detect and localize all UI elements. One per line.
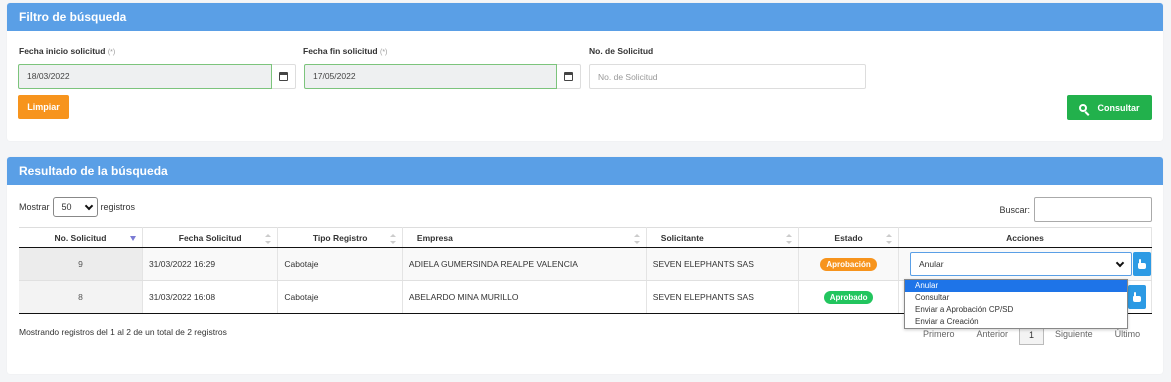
no-solicitud-input[interactable] (589, 64, 866, 89)
sort-icon (389, 234, 396, 244)
cell-empresa: ABELARDO MINA MURILLO (402, 280, 647, 314)
table-search: Buscar: (999, 197, 1152, 222)
required-mark: (*) (107, 49, 116, 56)
col-label: Estado (834, 232, 863, 243)
col-fecha-solicitud[interactable]: Fecha Solicitud (142, 227, 279, 248)
dropdown-option-anular[interactable]: Anular (905, 280, 1127, 292)
search-icon (1079, 103, 1088, 112)
col-label: Fecha Solicitud (178, 232, 242, 243)
sort-icon (786, 234, 793, 244)
dropdown-option-enviar-aprobacion[interactable]: Enviar a Aprobación CP/SD (905, 304, 1127, 316)
consultar-button[interactable]: Consultar (1067, 95, 1152, 120)
actions-select-value: Anular (918, 259, 944, 269)
col-solicitante[interactable]: Solicitante (646, 227, 800, 248)
registros-label: registros (100, 202, 136, 212)
filter-panel: Filtro de búsqueda Fecha inicio solicitu… (7, 3, 1163, 141)
fecha-fin-label-text: Fecha fin solicitud (303, 46, 378, 56)
dropdown-option-consultar[interactable]: Consultar (905, 292, 1127, 304)
cell-tipo: Cabotaje (277, 280, 403, 314)
chevron-down-icon (84, 201, 93, 210)
table-search-input[interactable] (1034, 197, 1152, 222)
chevron-down-icon (1115, 258, 1125, 267)
pointer-hand-icon (1133, 292, 1141, 302)
calendar-icon (279, 72, 288, 81)
page-length-select[interactable]: 50 (52, 197, 98, 217)
col-no-solicitud[interactable]: No. Solicitud (19, 227, 143, 248)
sort-icon (633, 234, 640, 244)
calendar-icon (564, 72, 573, 81)
results-panel: Resultado de la búsqueda Mostrar 50 regi… (7, 157, 1163, 374)
cell-empresa: ADIELA GUMERSINDA REALPE VALENCIA (402, 247, 647, 281)
col-label: Tipo Registro (312, 232, 368, 243)
fecha-inicio-label-text: Fecha inicio solicitud (19, 46, 106, 56)
table-info: Mostrando registros del 1 al 2 de un tot… (19, 327, 227, 337)
pager-prev[interactable]: Anterior (966, 329, 1020, 339)
filter-panel-title: Filtro de búsqueda (7, 3, 1163, 31)
actions-select[interactable]: Anular (909, 252, 1132, 276)
col-acciones: Acciones (898, 227, 1153, 248)
col-label: Empresa (416, 232, 453, 243)
cell-fecha: 31/03/2022 16:29 (142, 247, 279, 281)
cell-solicitante: SEVEN ELEPHANTS SAS (646, 280, 800, 314)
col-empresa[interactable]: Empresa (402, 227, 647, 248)
pager-next[interactable]: Siguiente (1044, 329, 1104, 339)
dropdown-option-enviar-creacion[interactable]: Enviar a Creación (905, 316, 1127, 328)
sort-icon (265, 234, 272, 244)
cell-acciones: Anular (898, 247, 1153, 281)
cell-fecha: 31/03/2022 16:08 (142, 280, 279, 314)
required-mark: (*) (380, 49, 388, 56)
fecha-inicio-group: 18/03/2022 (18, 64, 296, 89)
fecha-fin-input[interactable]: 17/05/2022 (304, 64, 557, 89)
table-row: 9 31/03/2022 16:29 Cabotaje ADIELA GUMER… (19, 247, 1153, 281)
mostrar-label: Mostrar (19, 202, 50, 212)
pager-last[interactable]: Último (1104, 329, 1152, 339)
actions-dropdown-list: Anular Consultar Enviar a Aprobación CP/… (904, 279, 1128, 329)
page-length-value: 50 (61, 202, 72, 212)
col-tipo-registro[interactable]: Tipo Registro (277, 227, 403, 248)
fecha-inicio-input[interactable]: 18/03/2022 (18, 64, 272, 89)
cell-no-solicitud: 8 (19, 280, 143, 314)
pager-first[interactable]: Primero (912, 329, 966, 339)
fecha-inicio-calendar-button[interactable] (272, 64, 296, 89)
actions-group: Anular (905, 252, 1151, 276)
page-length-control: Mostrar 50 registros (19, 197, 135, 217)
execute-action-button[interactable] (1132, 252, 1151, 276)
table-header-row: No. Solicitud Fecha Solicitud Tipo Regis… (19, 227, 1153, 248)
status-badge: Aprobado (823, 290, 874, 304)
fecha-fin-calendar-button[interactable] (557, 64, 581, 89)
col-label: Solicitante (660, 232, 704, 243)
fecha-inicio-label: Fecha inicio solicitud (*) (19, 46, 115, 56)
status-badge: Aprobación (820, 257, 877, 271)
no-solicitud-label: No. de Solicitud (589, 46, 654, 56)
cell-estado: Aprobado (798, 280, 899, 314)
col-estado[interactable]: Estado (798, 227, 899, 248)
sort-icon (885, 234, 892, 244)
fecha-fin-group: 17/05/2022 (304, 64, 581, 89)
buscar-label: Buscar: (999, 204, 1030, 215)
sort-desc-icon (129, 236, 136, 241)
col-label: Acciones (1006, 232, 1044, 243)
fecha-fin-label: Fecha fin solicitud (*) (303, 46, 387, 56)
results-panel-title: Resultado de la búsqueda (7, 157, 1163, 185)
pointer-hand-icon (1137, 259, 1146, 269)
col-label: No. Solicitud (54, 232, 107, 243)
cell-estado: Aprobación (798, 247, 899, 281)
cell-tipo: Cabotaje (277, 247, 403, 281)
execute-action-button[interactable] (1128, 285, 1146, 309)
cell-solicitante: SEVEN ELEPHANTS SAS (646, 247, 800, 281)
consultar-label: Consultar (1097, 102, 1140, 113)
cell-no-solicitud: 9 (19, 247, 143, 281)
limpiar-button[interactable]: Limpiar (18, 95, 69, 119)
